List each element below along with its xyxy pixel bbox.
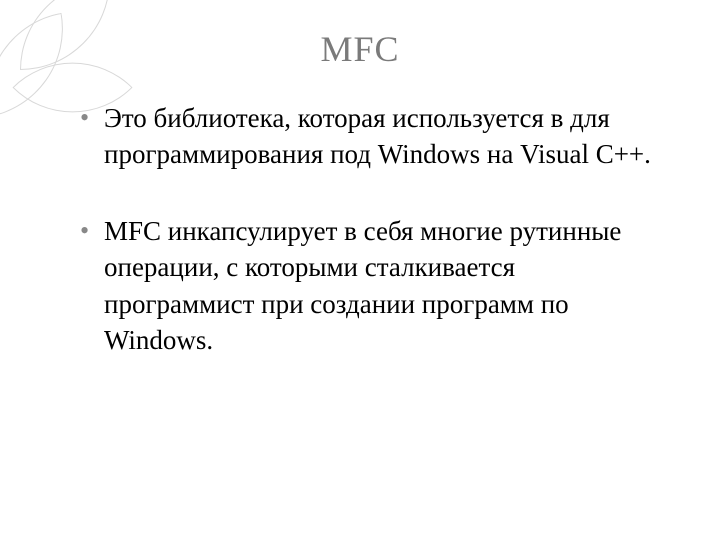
bullet-text: Это библиотека, которая используется в д… — [104, 103, 651, 169]
slide-content: Это библиотека, которая используется в д… — [0, 70, 720, 359]
bullet-item: MFC инкапсулирует в себя многие рутинные… — [80, 213, 670, 359]
bullet-item: Это библиотека, которая используется в д… — [80, 100, 670, 173]
slide-title: MFC — [0, 0, 720, 70]
bullet-text: MFC инкапсулирует в себя многие рутинные… — [104, 216, 621, 355]
